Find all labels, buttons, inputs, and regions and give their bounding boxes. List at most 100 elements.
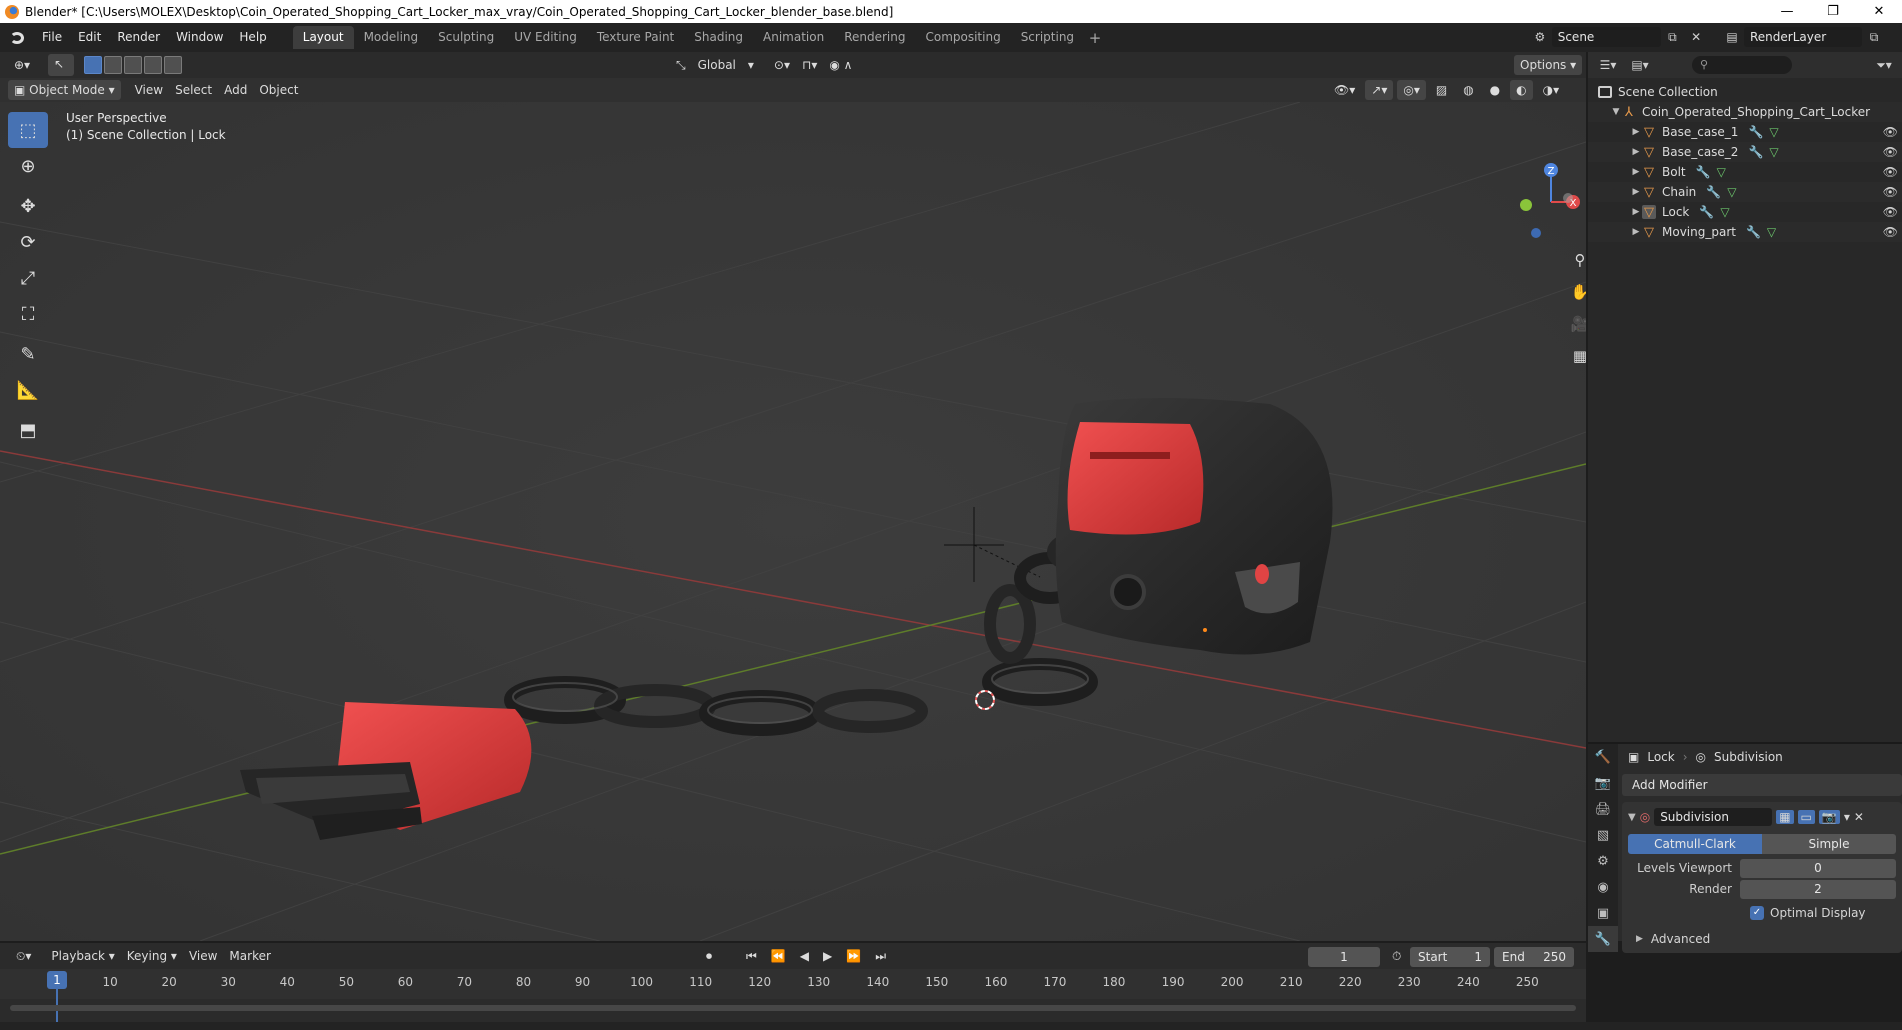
end-frame-field[interactable]: End 250: [1494, 947, 1574, 967]
world-tab-icon[interactable]: ◉: [1588, 874, 1618, 900]
tab-shading[interactable]: Shading: [684, 26, 753, 49]
expand-triangle-icon[interactable]: ▶: [1630, 187, 1642, 197]
outliner-editor-icon[interactable]: ☰▾: [1596, 55, 1620, 75]
jump-start-icon[interactable]: ⏮: [740, 946, 763, 966]
rotate-tool-icon[interactable]: ⟳: [8, 224, 48, 260]
clock-editor-icon[interactable]: ⏲▾: [10, 946, 37, 966]
menu-edit[interactable]: Edit: [70, 23, 109, 52]
render-layer-icon[interactable]: ▤: [1720, 27, 1744, 47]
transform-tool-icon[interactable]: ⛶: [8, 296, 48, 332]
mode-dropdown[interactable]: ▣ Object Mode ▾: [8, 80, 121, 100]
mesh-data-icon[interactable]: ▽: [1717, 165, 1726, 179]
mesh-data-icon[interactable]: ▽: [1767, 225, 1776, 239]
tab-rendering[interactable]: Rendering: [834, 26, 915, 49]
select-invert-icon[interactable]: [144, 56, 163, 74]
snap-icon[interactable]: ⊓▾: [796, 55, 823, 75]
visibility-eye-icon[interactable]: 👁: [1883, 125, 1898, 139]
gizmo-y-axis[interactable]: [1520, 199, 1532, 211]
annotate-tool-icon[interactable]: ✎: [8, 336, 48, 372]
render-layer-field[interactable]: RenderLayer: [1744, 27, 1862, 47]
jump-keyframe-forward-icon[interactable]: ⏩: [840, 946, 867, 966]
select-tool-icon[interactable]: ↖: [48, 54, 75, 76]
select-menu[interactable]: Select: [169, 80, 218, 100]
visibility-icon[interactable]: 👁▾: [1328, 80, 1361, 100]
outliner-search-input[interactable]: ⚲: [1692, 56, 1792, 74]
remove-modifier-icon[interactable]: ✕: [1854, 810, 1864, 824]
object-tab-icon[interactable]: ▣: [1588, 900, 1618, 926]
solid-shading-icon[interactable]: ●: [1484, 80, 1506, 100]
view-layer-tab-icon[interactable]: ▧: [1588, 822, 1618, 848]
playback-menu[interactable]: Playback ▾: [45, 946, 120, 966]
outliner-item-moving-part[interactable]: ▶ ▽ Moving_part 🔧 ▽ 👁: [1588, 222, 1902, 242]
tab-layout[interactable]: Layout: [292, 26, 354, 49]
tab-texture-paint[interactable]: Texture Paint: [587, 26, 684, 49]
chevron-down-icon[interactable]: ▾: [742, 55, 760, 75]
record-icon[interactable]: ⏺: [700, 946, 718, 966]
xray-icon[interactable]: ▨: [1430, 80, 1453, 100]
select-new-icon[interactable]: [84, 56, 103, 74]
modifier-wrench-icon[interactable]: 🔧: [1746, 225, 1761, 239]
viewport-scene[interactable]: Z X: [0, 102, 1586, 941]
add-modifier-dropdown[interactable]: Add Modifier: [1622, 774, 1902, 796]
3d-viewport[interactable]: ⊕▾ ↖ ⤡ Global ▾ ⊙▾ ⊓▾ ◉ ∧ Options ▾ ▣ Ob…: [0, 52, 1586, 941]
expand-triangle-icon[interactable]: ▶: [1630, 167, 1642, 177]
restore-button[interactable]: ❐: [1810, 0, 1856, 23]
modifier-wrench-icon[interactable]: 🔧: [1748, 145, 1763, 159]
transform-orientation-dropdown[interactable]: Global: [692, 55, 742, 75]
modifier-wrench-icon[interactable]: 🔧: [1699, 205, 1714, 219]
modifier-wrench-icon[interactable]: 🔧: [1748, 125, 1763, 139]
edit-mode-toggle-icon[interactable]: ▦: [1776, 810, 1794, 824]
outliner-item-base-case-2[interactable]: ▶ ▽ Base_case_2 🔧 ▽ 👁: [1588, 142, 1902, 162]
render-levels-field[interactable]: 2: [1740, 879, 1896, 899]
orientation-icon[interactable]: ⤡: [670, 55, 692, 75]
levels-viewport-field[interactable]: 0: [1740, 858, 1896, 878]
mesh-data-icon[interactable]: ▽: [1727, 185, 1736, 199]
tab-uv-editing[interactable]: UV Editing: [504, 26, 587, 49]
filter-icon[interactable]: ⏷▾: [1872, 55, 1896, 75]
close-button[interactable]: ✕: [1856, 0, 1902, 23]
playhead-frame-label[interactable]: 1: [47, 971, 67, 989]
current-frame-field[interactable]: 1: [1308, 947, 1380, 967]
visibility-eye-icon[interactable]: 👁: [1883, 205, 1898, 219]
scene-icon[interactable]: ⚙: [1528, 27, 1552, 47]
camera-view-icon[interactable]: 🎥: [1566, 310, 1586, 338]
expand-triangle-icon[interactable]: ▶: [1636, 934, 1643, 944]
marker-menu[interactable]: Marker: [223, 946, 276, 966]
measure-tool-icon[interactable]: 📐: [8, 372, 48, 408]
expand-triangle-icon[interactable]: ▶: [1630, 127, 1642, 137]
viewport-toggle-icon[interactable]: ▭: [1797, 810, 1815, 824]
modifier-wrench-icon[interactable]: 🔧: [1706, 185, 1721, 199]
menu-help[interactable]: Help: [231, 23, 274, 52]
mesh-data-icon[interactable]: ▽: [1769, 145, 1778, 159]
wireframe-shading-icon[interactable]: ◍: [1457, 80, 1479, 100]
cursor-tool-icon[interactable]: ⊕: [8, 148, 48, 184]
outliner-item-lock[interactable]: ▶ ▽ Lock 🔧 ▽ 👁: [1588, 202, 1902, 222]
new-render-layer-icon[interactable]: ⧉: [1862, 27, 1886, 47]
simple-option[interactable]: Simple: [1762, 834, 1896, 854]
modifier-wrench-icon[interactable]: 🔧: [1696, 165, 1711, 179]
play-reverse-icon[interactable]: ◀: [794, 946, 815, 966]
pivot-point-icon[interactable]: ⊙▾: [768, 55, 796, 75]
zoom-icon[interactable]: ⚲: [1566, 246, 1586, 274]
jump-end-icon[interactable]: ⏭: [869, 946, 892, 966]
gizmo-toggle-icon[interactable]: ↗▾: [1365, 80, 1394, 100]
outliner-item-chain[interactable]: ▶ ▽ Chain 🔧 ▽ 👁: [1588, 182, 1902, 202]
visibility-eye-icon[interactable]: 👁: [1883, 225, 1898, 239]
tab-compositing[interactable]: Compositing: [915, 26, 1010, 49]
timeline-view-menu[interactable]: View: [183, 946, 223, 966]
tab-animation[interactable]: Animation: [753, 26, 834, 49]
keying-menu[interactable]: Keying ▾: [121, 946, 183, 966]
add-workspace-icon[interactable]: +: [1084, 29, 1106, 47]
menu-render[interactable]: Render: [109, 23, 168, 52]
optimal-display-checkbox[interactable]: ✓: [1750, 906, 1764, 920]
collapse-triangle-icon[interactable]: ▼: [1610, 107, 1622, 117]
collapse-triangle-icon[interactable]: ▼: [1628, 812, 1636, 823]
outliner-item-base-case-1[interactable]: ▶ ▽ Base_case_1 🔧 ▽ 👁: [1588, 122, 1902, 142]
minimize-button[interactable]: —: [1764, 0, 1810, 23]
expand-triangle-icon[interactable]: ▶: [1630, 147, 1642, 157]
overlay-toggle-icon[interactable]: ◎▾: [1397, 80, 1426, 100]
scale-tool-icon[interactable]: ⤢: [8, 260, 48, 296]
tab-scripting[interactable]: Scripting: [1011, 26, 1084, 49]
select-box-tool-icon[interactable]: ⬚: [8, 112, 48, 148]
move-tool-icon[interactable]: ✥: [8, 188, 48, 224]
